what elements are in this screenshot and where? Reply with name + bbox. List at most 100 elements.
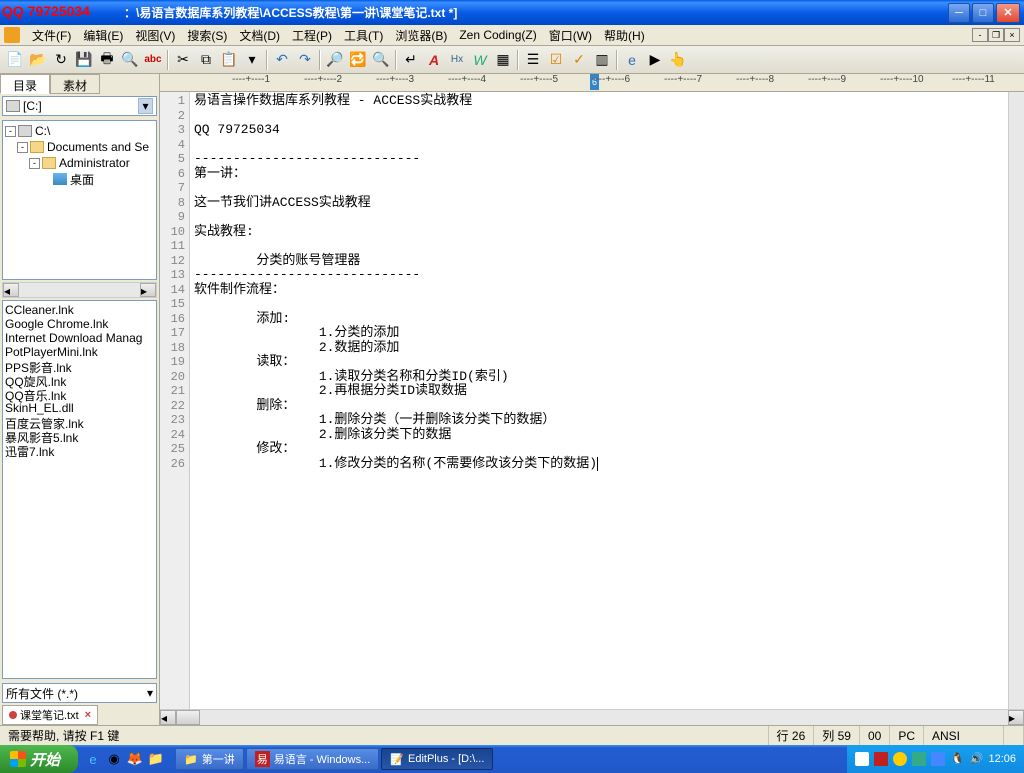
mdi-minimize[interactable]: - [972,28,988,42]
file-item[interactable]: QQ旋风.lnk [5,373,154,387]
code-line[interactable]: 1.读取分类名称和分类ID(索引) [194,370,1004,385]
code-line[interactable]: 2.再根据分类ID读取数据 [194,384,1004,399]
code-line[interactable]: 实战教程: [194,225,1004,240]
menu-document[interactable]: 文档(D) [233,25,286,46]
start-button[interactable]: 开始 [0,745,78,773]
code-line[interactable]: 添加: [194,312,1004,327]
tree-toggle[interactable]: - [5,126,16,137]
tree-node-docs[interactable]: Documents and Se [47,140,149,154]
file-item[interactable]: QQ音乐.lnk [5,387,154,401]
menu-edit[interactable]: 编辑(E) [77,25,129,46]
chrome-icon[interactable]: ◉ [105,750,123,768]
menu-search[interactable]: 搜索(S) [181,25,233,46]
file-item[interactable]: Google Chrome.lnk [5,317,154,331]
mark1-icon[interactable]: ✓ [568,49,590,71]
tray-icon[interactable] [855,752,869,766]
findfiles-icon[interactable]: 🔍 [370,49,392,71]
menu-help[interactable]: 帮助(H) [598,25,651,46]
tray-icon[interactable]: 🐧 [950,752,964,766]
wrap-icon[interactable]: ↵ [400,49,422,71]
code-line[interactable]: 第一讲： [194,167,1004,182]
scroll-thumb[interactable] [176,710,200,725]
code-line[interactable]: 删除： [194,399,1004,414]
minimize-button[interactable]: ─ [948,3,970,23]
file-item[interactable]: PotPlayerMini.lnk [5,345,154,359]
scroll-left-icon[interactable]: ◂ [3,283,19,297]
font-a-icon[interactable]: A [423,49,445,71]
vertical-scrollbar[interactable] [1008,92,1024,709]
code-area[interactable]: 易语言操作数据库系列教程 - ACCESS实战教程QQ 79725034----… [190,92,1008,709]
tree-node-admin[interactable]: Administrator [59,156,130,170]
chevron-down-icon[interactable]: ▾ [147,686,153,700]
file-item[interactable]: PPS影音.lnk [5,359,154,373]
file-item[interactable]: CCleaner.lnk [5,303,154,317]
code-line[interactable]: 修改： [194,442,1004,457]
code-line[interactable]: QQ 79725034 [194,123,1004,138]
folder-tree[interactable]: - C:\ - Documents and Se - Administrator… [2,120,157,280]
scroll-right-icon[interactable]: ▸ [140,283,156,297]
code-line[interactable] [194,239,1004,254]
tree-node-root[interactable]: C:\ [35,124,50,138]
code-line[interactable]: 软件制作流程： [194,283,1004,298]
code-line[interactable]: 易语言操作数据库系列教程 - ACCESS实战教程 [194,94,1004,109]
sidebar-tab-directory[interactable]: 目录 [0,74,50,94]
clock[interactable]: 12:06 [988,753,1016,765]
ruler[interactable]: 6 ----+----1----+----2----+----3----+---… [160,74,1024,92]
run-icon[interactable]: ▶ [644,49,666,71]
replace-icon[interactable]: 🔁 [347,49,369,71]
code-line[interactable]: 这一节我们讲ACCESS实战教程 [194,196,1004,211]
tray-icon[interactable] [893,752,907,766]
list-icon[interactable]: ☰ [522,49,544,71]
browser-icon[interactable]: e [621,49,643,71]
code-line[interactable]: 读取： [194,355,1004,370]
code-line[interactable] [194,109,1004,124]
menu-window[interactable]: 窗口(W) [543,25,598,46]
code-line[interactable] [194,297,1004,312]
sidebar-tab-material[interactable]: 素材 [50,74,100,94]
tree-toggle[interactable]: - [17,142,28,153]
mdi-restore[interactable]: ❐ [988,28,1004,42]
menu-file[interactable]: 文件(F) [26,25,77,46]
mdi-close[interactable]: × [1004,28,1020,42]
reload-icon[interactable]: ↻ [50,49,72,71]
close-button[interactable]: ✕ [996,3,1020,23]
spell-icon[interactable]: abc [142,49,164,71]
filter-combobox[interactable]: 所有文件 (*.*) ▾ [2,683,157,703]
file-item[interactable]: 暴风影音5.lnk [5,429,154,443]
code-line[interactable]: 2.删除该分类下的数据 [194,428,1004,443]
tree-node-desktop[interactable]: 桌面 [70,171,94,188]
firefox-icon[interactable]: 🦊 [126,750,144,768]
scroll-left-icon[interactable]: ◂ [160,710,176,725]
task-folder[interactable]: 📁第一讲 [175,748,244,770]
tray-icon[interactable] [912,752,926,766]
code-line[interactable]: 1.修改分类的名称(不需要修改该分类下的数据) [194,457,1004,472]
scroll-right-icon[interactable]: ▸ [1008,710,1024,725]
doc-icon[interactable]: ▦ [492,49,514,71]
explorer-icon[interactable]: 📁 [147,750,165,768]
undo-icon[interactable]: ↶ [271,49,293,71]
file-item[interactable]: Internet Download Manag [5,331,154,345]
group-icon[interactable]: ▥ [591,49,613,71]
menu-tools[interactable]: 工具(T) [338,25,389,46]
cut-icon[interactable]: ✂ [172,49,194,71]
horizontal-scrollbar[interactable]: ◂ ▸ [160,709,1024,725]
file-item[interactable]: 迅雷7.lnk [5,443,154,457]
code-line[interactable]: 2.数据的添加 [194,341,1004,356]
code-line[interactable] [194,210,1004,225]
tray-icon[interactable] [931,752,945,766]
file-list[interactable]: CCleaner.lnkGoogle Chrome.lnkInternet Do… [2,300,157,679]
copy-icon[interactable]: ⧉ [195,49,217,71]
code-line[interactable]: 1.分类的添加 [194,326,1004,341]
open-icon[interactable]: 📂 [27,49,49,71]
code-line[interactable]: 1.删除分类（一并删除该分类下的数据） [194,413,1004,428]
preview-icon[interactable]: 🔍 [119,49,141,71]
save-icon[interactable]: 💾 [73,49,95,71]
maximize-button[interactable]: □ [972,3,994,23]
menu-zen[interactable]: Zen Coding(Z) [453,26,542,44]
ie-icon[interactable]: e [84,750,102,768]
find-icon[interactable]: 🔎 [324,49,346,71]
menu-project[interactable]: 工程(P) [286,25,338,46]
tree-hscrollbar[interactable]: ◂ ▸ [2,282,157,298]
document-tab[interactable]: 课堂笔记.txt × [2,705,98,725]
chevron-down-icon[interactable]: ▾ [138,98,153,114]
